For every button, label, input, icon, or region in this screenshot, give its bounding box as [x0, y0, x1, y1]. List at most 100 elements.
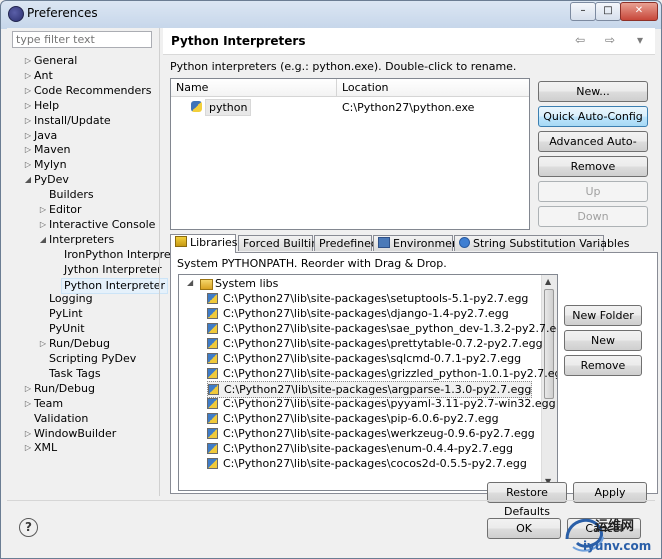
tree-expander-icon[interactable]: ▷ — [24, 441, 32, 455]
tree-expander-icon[interactable]: ▷ — [24, 382, 32, 396]
list-item[interactable]: C:\Python27\lib\site-packages\sqlcmd-0.7… — [207, 351, 521, 366]
expander-icon[interactable]: ◢ — [187, 278, 193, 287]
tree-item[interactable]: Jython Interpreter — [64, 263, 162, 277]
minimize-button[interactable]: – — [570, 2, 596, 21]
tree-item[interactable]: Code Recommenders — [34, 84, 152, 98]
back-arrow-icon[interactable]: ⇦ — [575, 33, 585, 47]
close-button[interactable]: ✕ — [620, 2, 658, 21]
tree-item[interactable]: XML — [34, 441, 57, 455]
tree-item[interactable]: Editor — [49, 203, 82, 217]
list-item[interactable]: C:\Python27\lib\site-packages\werkzeug-0… — [207, 426, 535, 441]
advanced-auto-config-button[interactable]: Advanced Auto-Config — [538, 131, 648, 167]
column-header-location[interactable]: Location — [337, 79, 529, 97]
library-path: C:\Python27\lib\site-packages\argparse-1… — [224, 383, 532, 396]
tree-item[interactable]: Java — [34, 129, 57, 143]
up-button[interactable]: Up — [538, 181, 648, 202]
library-path: C:\Python27\lib\site-packages\werkzeug-0… — [223, 427, 535, 440]
egg-archive-icon — [208, 384, 219, 395]
new-folder-button[interactable]: New Folder — [564, 305, 642, 326]
tab-string-substitution[interactable]: String Substitution Variables — [454, 235, 629, 251]
tree-item[interactable]: Help — [34, 99, 59, 113]
new-interpreter-button[interactable]: New... — [538, 81, 648, 102]
tree-item[interactable]: Logging — [49, 292, 93, 306]
tree-item[interactable]: Task Tags — [49, 367, 101, 381]
tab-forced-builtins[interactable]: Forced Builtins — [238, 235, 324, 251]
help-icon[interactable]: ? — [19, 518, 38, 537]
list-item[interactable]: C:\Python27\lib\site-packages\django-1.4… — [207, 306, 509, 321]
tree-expander-icon[interactable]: ▷ — [24, 99, 32, 113]
list-item[interactable]: C:\Python27\lib\site-packages\cocos2d-0.… — [207, 456, 527, 471]
tree-item[interactable]: Validation — [34, 412, 88, 426]
tab-environment[interactable]: Environment — [373, 235, 463, 251]
filter-input[interactable] — [12, 31, 152, 48]
tree-item[interactable]: General — [34, 54, 77, 68]
tree-item[interactable]: WindowBuilder — [34, 427, 116, 441]
list-item[interactable]: C:\Python27\lib\site-packages\prettytabl… — [207, 336, 543, 351]
scroll-up-icon[interactable]: ▲ — [545, 277, 551, 286]
tree-item[interactable]: Builders — [49, 188, 94, 202]
tree-expander-icon[interactable]: ▷ — [24, 129, 32, 143]
maximize-button[interactable]: □ — [595, 2, 621, 21]
watermark-cn: 运维网 — [595, 519, 635, 534]
list-item[interactable]: C:\Python27\lib\site-packages\enum-0.4.4… — [207, 441, 513, 456]
title-bar[interactable]: Preferences – □ ✕ — [1, 1, 661, 25]
tree-expander-icon[interactable]: ▷ — [24, 54, 32, 68]
view-menu-icon[interactable]: ▾ — [637, 33, 643, 47]
tree-item[interactable]: Ant — [34, 69, 53, 83]
tree-expander-icon[interactable]: ◢ — [24, 173, 32, 187]
tree-item[interactable]: Maven — [34, 143, 70, 157]
eclipse-icon — [8, 6, 24, 22]
tree-item[interactable]: Run/Debug — [49, 337, 110, 351]
scroll-thumb[interactable] — [544, 289, 554, 399]
tree-item[interactable]: PyUnit — [49, 322, 85, 336]
tab-label: Libraries — [190, 236, 238, 249]
tree-expander-icon[interactable]: ▷ — [24, 143, 32, 157]
remove-library-button[interactable]: Remove — [564, 355, 642, 376]
ok-button[interactable]: OK — [487, 518, 561, 539]
watermark-logo: 运维网 iyunv.com — [561, 509, 661, 558]
forward-arrow-icon[interactable]: ⇨ — [605, 33, 615, 47]
tree-item[interactable]: Mylyn — [34, 158, 67, 172]
column-header-name[interactable]: Name — [171, 79, 337, 97]
tab-libraries[interactable]: Libraries — [170, 234, 238, 253]
tree-item[interactable]: Scripting PyDev — [49, 352, 136, 366]
list-item[interactable]: C:\Python27\lib\site-packages\sae_python… — [207, 321, 557, 336]
tree-expander-icon[interactable]: ▷ — [24, 427, 32, 441]
remove-interpreter-button[interactable]: Remove — [538, 156, 648, 177]
vertical-scrollbar[interactable]: ▲ ▼ — [541, 275, 557, 488]
tree-item[interactable]: PyLint — [49, 307, 83, 321]
tree-expander-icon[interactable]: ▷ — [24, 158, 32, 172]
tree-expander-icon[interactable]: ◢ — [39, 233, 47, 247]
tree-item[interactable]: Install/Update — [34, 114, 111, 128]
tree-item[interactable]: PyDev — [34, 173, 69, 187]
new-egg-zip-button[interactable]: New Egg/Zip(s) — [564, 330, 642, 366]
library-path: C:\Python27\lib\site-packages\enum-0.4.4… — [223, 442, 514, 455]
system-libs-node[interactable]: System libs — [215, 276, 278, 291]
list-item[interactable]: C:\Python27\lib\site-packages\setuptools… — [207, 291, 528, 306]
tree-item[interactable]: Interpreters — [49, 233, 114, 247]
tree-expander-icon[interactable]: ▷ — [39, 218, 47, 232]
tree-item[interactable]: IronPython Interpreter — [64, 248, 186, 262]
interpreter-name: python — [205, 99, 252, 116]
tree-expander-icon[interactable]: ▷ — [24, 114, 32, 128]
tree-item[interactable]: Interactive Console — [49, 218, 155, 232]
tree-expander-icon[interactable]: ▷ — [39, 337, 47, 351]
library-path: C:\Python27\lib\site-packages\pyyaml-3.1… — [223, 397, 556, 410]
down-button[interactable]: Down — [538, 206, 648, 227]
tree-item[interactable]: Run/Debug — [34, 382, 95, 396]
pane-divider[interactable] — [159, 28, 160, 496]
tree-item[interactable]: Python Interpreter — [61, 277, 169, 294]
list-item[interactable]: C:\Python27\lib\site-packages\pyyaml-3.1… — [207, 396, 556, 411]
tree-item[interactable]: Team — [34, 397, 63, 411]
list-item[interactable]: C:\Python27\lib\site-packages\grizzled_p… — [207, 366, 557, 381]
tab-predefined[interactable]: Predefined — [314, 235, 378, 251]
tree-expander-icon[interactable]: ▷ — [24, 84, 32, 98]
tree-expander-icon[interactable]: ▷ — [24, 69, 32, 83]
tree-expander-icon[interactable]: ▷ — [39, 203, 47, 217]
quick-auto-config-button[interactable]: Quick Auto-Config — [538, 106, 648, 127]
list-item[interactable]: C:\Python27\lib\site-packages\pip-6.0.6-… — [207, 411, 499, 426]
tree-expander-icon[interactable]: ▷ — [24, 397, 32, 411]
environment-icon — [378, 237, 390, 248]
table-row[interactable]: python C:\Python27\python.exe — [171, 99, 529, 116]
preference-tree: ▷ General ▷ Ant ▷ Code Recommenders ▷ Help ▷ Inst… — [7, 50, 186, 490]
